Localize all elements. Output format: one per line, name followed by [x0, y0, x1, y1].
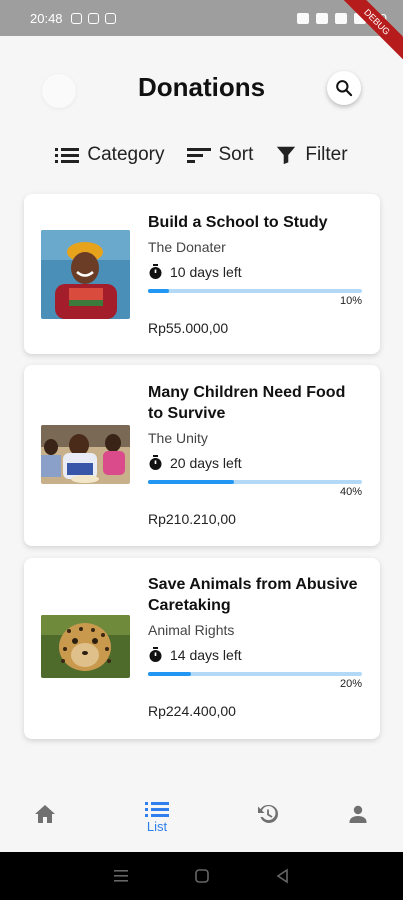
- filter-label: Filter: [305, 144, 348, 165]
- days-left: 10 days left: [148, 264, 362, 280]
- category-button[interactable]: Category: [55, 144, 165, 166]
- system-navigation-bar: [0, 852, 403, 900]
- donation-info: Save Animals from Abusive Caretaking Ani…: [148, 574, 362, 719]
- days-left-text: 14 days left: [170, 647, 242, 663]
- home-icon: [35, 805, 55, 823]
- days-left: 14 days left: [148, 647, 362, 663]
- search-icon: [336, 80, 353, 97]
- list-icon: [55, 148, 80, 163]
- donation-amount: Rp210.210,00: [148, 511, 236, 527]
- notification-icons: [70, 12, 116, 24]
- moon-icon: [296, 12, 309, 24]
- donation-amount: Rp55.000,00: [148, 320, 229, 336]
- donation-title: Save Animals from Abusive Caretaking: [148, 576, 358, 614]
- donation-image-leopard: [41, 615, 130, 678]
- days-left: 20 days left: [148, 455, 362, 471]
- timer-icon: [149, 647, 162, 662]
- nav-home[interactable]: [23, 802, 67, 826]
- filter-icon: [277, 146, 296, 165]
- progress-percent: 10%: [339, 295, 362, 307]
- nav-profile[interactable]: [336, 802, 380, 826]
- timer-icon: [149, 455, 162, 470]
- days-left-text: 10 days left: [170, 264, 242, 280]
- filter-button[interactable]: Filter: [275, 144, 348, 166]
- progress-percent: 40%: [339, 486, 362, 498]
- recents-icon[interactable]: [113, 869, 129, 883]
- donation-card[interactable]: Many Children Need Food to Survive The U…: [24, 365, 380, 546]
- person-icon: [349, 805, 367, 823]
- donation-card[interactable]: Build a School to Study The Donater 10 d…: [24, 194, 380, 354]
- days-left-text: 20 days left: [170, 455, 242, 471]
- progress-percent: 20%: [339, 678, 362, 690]
- search-button[interactable]: [327, 71, 361, 105]
- debug-banner: DEBUG: [333, 0, 403, 70]
- donation-amount: Rp224.400,00: [148, 703, 236, 719]
- status-time: 20:48: [30, 10, 63, 26]
- donation-organizer: The Donater: [148, 239, 226, 255]
- filter-toolbar: Category Sort Filter: [0, 138, 403, 172]
- bottom-navigation: List: [0, 790, 403, 852]
- donation-organizer: Animal Rights: [148, 622, 235, 638]
- sort-icon: [186, 148, 211, 163]
- nav-list[interactable]: List: [135, 800, 179, 834]
- donation-image-child-books: [41, 230, 130, 319]
- nav-history[interactable]: [246, 802, 290, 826]
- alarm-icon: [315, 12, 328, 24]
- donation-progress-bar: [148, 480, 362, 484]
- donation-info: Many Children Need Food to Survive The U…: [148, 382, 362, 527]
- donation-title: Build a School to Study: [148, 214, 328, 231]
- donation-card[interactable]: Save Animals from Abusive Caretaking Ani…: [24, 558, 380, 739]
- timer-icon: [149, 264, 162, 279]
- donation-progress-bar: [148, 289, 362, 293]
- donation-image-children-eating: [41, 425, 130, 484]
- category-label: Category: [87, 144, 165, 165]
- nav-list-label: List: [146, 819, 168, 834]
- sort-label: Sort: [218, 144, 254, 165]
- sort-button[interactable]: Sort: [186, 144, 254, 166]
- donation-progress-bar: [148, 672, 362, 676]
- donation-info: Build a School to Study The Donater 10 d…: [148, 212, 362, 336]
- home-button-icon[interactable]: [194, 868, 210, 884]
- donation-title: Many Children Need Food to Survive: [148, 384, 346, 422]
- back-icon[interactable]: [275, 868, 291, 884]
- list-icon: [145, 802, 169, 817]
- history-icon: [258, 804, 278, 823]
- donation-organizer: The Unity: [148, 430, 208, 446]
